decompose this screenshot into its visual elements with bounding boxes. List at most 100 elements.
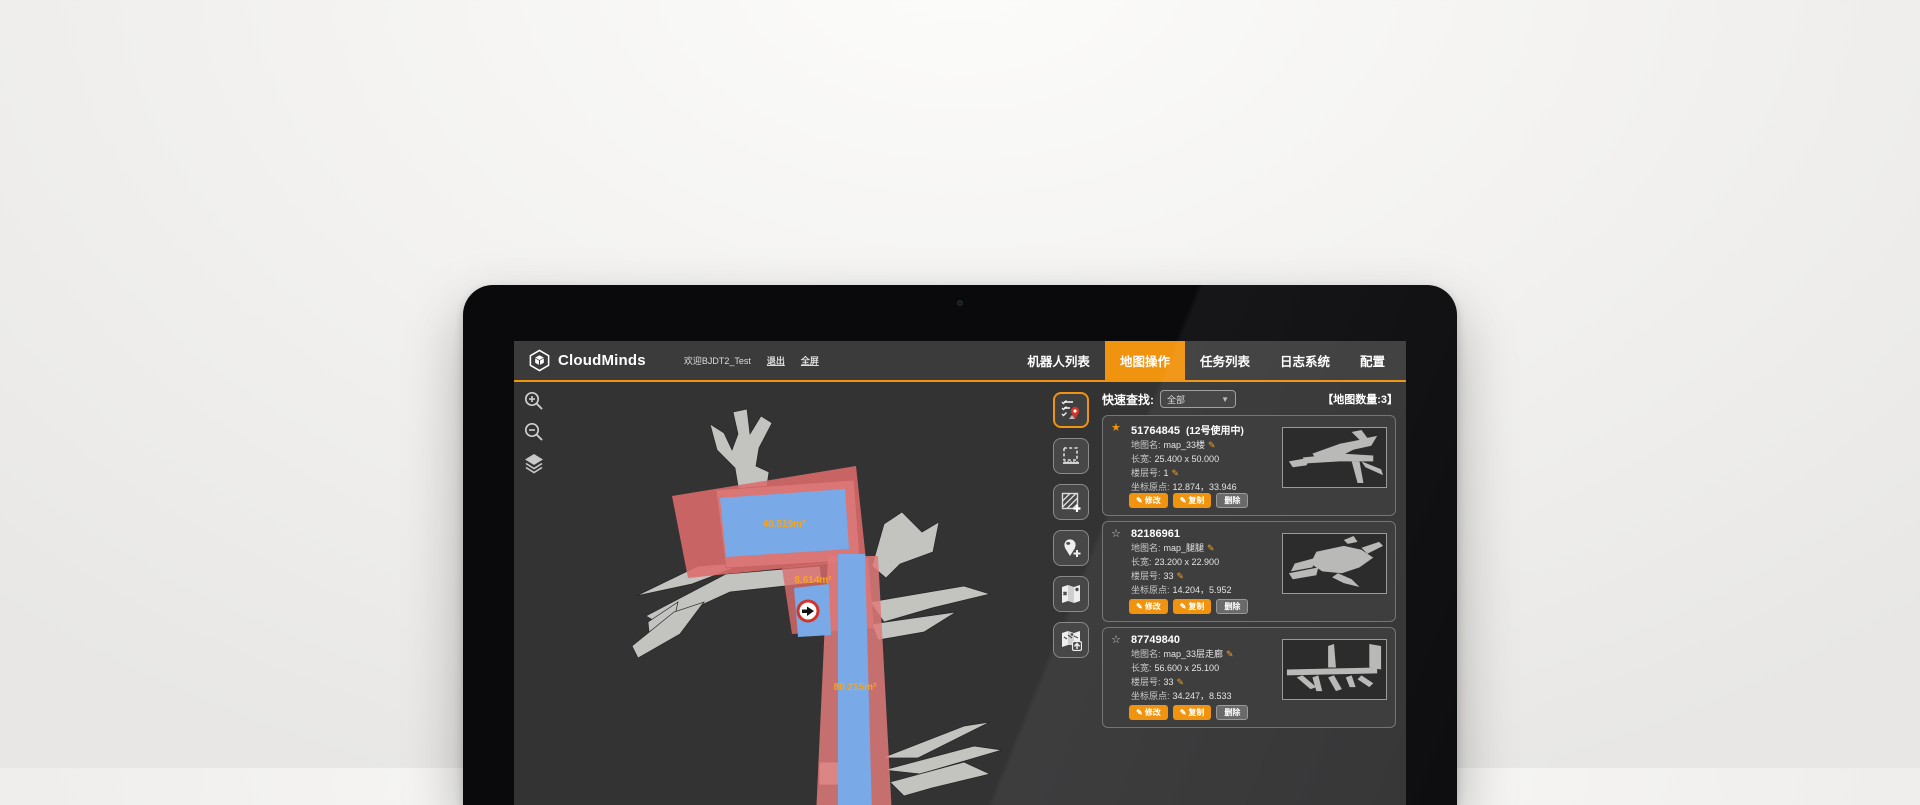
field-value: map_33层走廊 <box>1164 649 1224 659</box>
area-label: 8.614m² <box>794 575 832 586</box>
layers-icon[interactable] <box>523 452 545 474</box>
toolbar-map-upload-button[interactable] <box>1053 622 1089 658</box>
favorite-star-icon[interactable]: ☆ <box>1111 527 1121 540</box>
nav-tab-log-system[interactable]: 日志系统 <box>1265 341 1345 380</box>
map-card[interactable]: ★ 51764845 (12号使用中) 地图名:map_33楼✎ 长宽:25.4… <box>1102 415 1396 516</box>
field-label: 楼层号: <box>1131 571 1161 581</box>
field-label: 长宽: <box>1131 454 1152 464</box>
field-label: 长宽: <box>1131 663 1152 673</box>
area-label: 80.215m² <box>834 682 877 693</box>
laptop-mockup: CloudMinds 欢迎BJDT2_Test 退出 全屏 机器人列表 地图操作… <box>463 285 1457 805</box>
toolbar-add-virtual-wall-button[interactable] <box>1053 484 1089 520</box>
toolbar-add-poi-button[interactable] <box>1053 530 1089 566</box>
field-label: 坐标原点: <box>1131 585 1170 595</box>
map-id: 82186961 <box>1131 528 1180 540</box>
favorite-star-icon[interactable]: ★ <box>1111 421 1121 434</box>
map-thumbnail <box>1282 533 1387 594</box>
add-virtual-wall-icon <box>1060 491 1082 513</box>
poi-task-list-icon <box>1060 399 1082 421</box>
edit-icon: ✎ <box>1180 602 1187 611</box>
brand-name: CloudMinds <box>558 352 646 369</box>
quick-find-row: 快速查找: 全部 ▼ 【地图数量:3】 <box>1102 390 1398 408</box>
map-filter-value: 全部 <box>1167 393 1221 406</box>
delete-button[interactable]: 删除 <box>1216 705 1248 720</box>
app-header: CloudMinds 欢迎BJDT2_Test 退出 全屏 机器人列表 地图操作… <box>514 341 1406 380</box>
toolbar-measure-area-button[interactable] <box>1053 438 1089 474</box>
edit-icon: ✎ <box>1180 496 1187 505</box>
edit-icon[interactable]: ✎ <box>1208 440 1216 450</box>
field-label: 长宽: <box>1131 557 1152 567</box>
edit-icon: ✎ <box>1136 602 1143 611</box>
edit-icon: ✎ <box>1136 496 1143 505</box>
area-label: 40.519m² <box>763 519 806 530</box>
measure-area-icon <box>1060 445 1082 467</box>
map-workspace: 40.519m² 8.614m² 80.215m² <box>514 382 1406 805</box>
field-value: 25.400 x 50.000 <box>1155 454 1220 464</box>
field-label: 楼层号: <box>1131 468 1161 478</box>
field-label: 坐标原点: <box>1131 691 1170 701</box>
welcome-text: 欢迎BJDT2_Test <box>684 354 751 367</box>
brand: CloudMinds <box>514 341 658 380</box>
no-entry-marker-icon[interactable] <box>798 601 818 621</box>
toolbar-poi-task-list-button[interactable] <box>1053 392 1089 428</box>
edit-icon[interactable]: ✎ <box>1226 649 1234 659</box>
field-value: 14.204，5.952 <box>1173 585 1232 595</box>
map-thumbnail <box>1282 427 1387 488</box>
session-area: 欢迎BJDT2_Test 退出 全屏 <box>684 341 819 380</box>
map-delete-icon <box>1060 583 1082 605</box>
main-nav: 机器人列表 地图操作 任务列表 日志系统 配置 <box>1012 341 1400 380</box>
copy-button[interactable]: ✎复制 <box>1173 705 1212 720</box>
delete-button[interactable]: 删除 <box>1216 599 1248 614</box>
field-value: map_33楼 <box>1164 440 1206 450</box>
occupancy-map-canvas[interactable]: 40.519m² 8.614m² 80.215m² <box>632 406 1102 805</box>
field-value: 33 <box>1164 677 1174 687</box>
edit-icon[interactable]: ✎ <box>1177 571 1185 581</box>
nav-tab-task-list[interactable]: 任务列表 <box>1185 341 1265 380</box>
fullscreen-link[interactable]: 全屏 <box>801 354 819 367</box>
copy-button[interactable]: ✎复制 <box>1173 493 1212 508</box>
nav-tab-map-operation[interactable]: 地图操作 <box>1105 341 1185 380</box>
map-in-use-badge: (12号使用中) <box>1186 426 1244 437</box>
map-card[interactable]: ☆ 82186961 地图名:map_腿腿✎ 长宽:23.200 x 22.90… <box>1102 521 1396 622</box>
nav-tab-robot-list[interactable]: 机器人列表 <box>1012 341 1105 380</box>
delete-button[interactable]: 删除 <box>1216 493 1248 508</box>
map-thumbnail <box>1282 639 1387 700</box>
zoom-in-icon[interactable] <box>523 390 545 412</box>
logout-link[interactable]: 退出 <box>767 354 785 367</box>
chevron-down-icon: ▼ <box>1221 395 1229 404</box>
map-upload-icon <box>1060 629 1082 651</box>
cloudminds-logo-icon <box>528 349 551 372</box>
toolbar-map-delete-button[interactable] <box>1053 576 1089 612</box>
zoom-out-icon[interactable] <box>523 421 545 443</box>
quick-find-label: 快速查找: <box>1102 391 1154 408</box>
favorite-star-icon[interactable]: ☆ <box>1111 633 1121 646</box>
edit-icon[interactable]: ✎ <box>1172 468 1180 478</box>
field-value: 12.874，33.946 <box>1173 482 1237 492</box>
copy-button[interactable]: ✎复制 <box>1173 599 1212 614</box>
modify-button[interactable]: ✎修改 <box>1129 599 1168 614</box>
field-value: 1 <box>1164 468 1169 478</box>
edit-icon[interactable]: ✎ <box>1177 677 1185 687</box>
add-poi-icon <box>1060 537 1082 559</box>
field-value: 33 <box>1164 571 1174 581</box>
field-label: 楼层号: <box>1131 677 1161 687</box>
field-label: 地图名: <box>1131 649 1161 659</box>
edit-icon: ✎ <box>1136 708 1143 717</box>
field-label: 地图名: <box>1131 440 1161 450</box>
edit-icon[interactable]: ✎ <box>1207 543 1215 553</box>
field-value: 56.600 x 25.100 <box>1155 663 1220 673</box>
app-screen: CloudMinds 欢迎BJDT2_Test 退出 全屏 机器人列表 地图操作… <box>514 341 1406 805</box>
map-card[interactable]: ☆ 87749840 地图名:map_33层走廊✎ 长宽:56.600 x 25… <box>1102 627 1396 728</box>
field-label: 地图名: <box>1131 543 1161 553</box>
edit-icon: ✎ <box>1180 708 1187 717</box>
field-value: 23.200 x 22.900 <box>1155 557 1220 567</box>
field-value: map_腿腿 <box>1164 543 1205 553</box>
map-zoom-tools <box>523 390 545 474</box>
field-label: 坐标原点: <box>1131 482 1170 492</box>
modify-button[interactable]: ✎修改 <box>1129 493 1168 508</box>
map-toolbar <box>1053 392 1089 658</box>
map-id: 87749840 <box>1131 634 1180 646</box>
nav-tab-config[interactable]: 配置 <box>1345 341 1400 380</box>
modify-button[interactable]: ✎修改 <box>1129 705 1168 720</box>
map-filter-select[interactable]: 全部 ▼ <box>1160 390 1236 408</box>
